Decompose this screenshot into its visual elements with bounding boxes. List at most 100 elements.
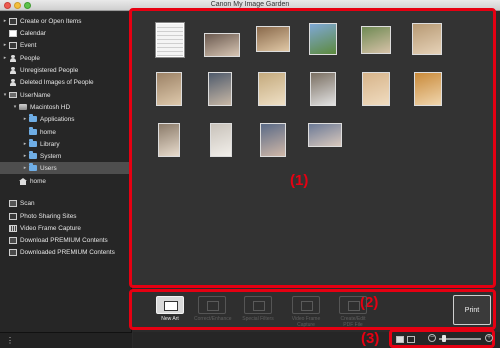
sidebar-item-library[interactable]: ▸ Library bbox=[0, 138, 132, 150]
photo-thumbnail[interactable] bbox=[208, 72, 232, 106]
scan-icon bbox=[9, 199, 17, 207]
new-art-icon bbox=[156, 296, 184, 314]
sidebar: ▸ Create or Open Items Calendar ▸ Event ▸ Peop… bbox=[0, 12, 132, 332]
film-icon bbox=[9, 224, 17, 232]
person-icon bbox=[9, 78, 17, 86]
document-thumbnail[interactable] bbox=[156, 23, 184, 57]
photo-thumbnail[interactable] bbox=[412, 23, 442, 55]
sidebar-item-label: Deleted Images of People bbox=[20, 78, 94, 86]
zoom-slider-knob[interactable] bbox=[442, 335, 446, 342]
sidebar-item-label: Users bbox=[40, 164, 57, 172]
sidebar-item-label: home bbox=[30, 177, 46, 185]
disclosure-triangle-icon[interactable]: ▾ bbox=[2, 92, 8, 98]
zoom-out-icon[interactable]: − bbox=[428, 334, 436, 342]
photo-thumbnail[interactable] bbox=[258, 72, 286, 106]
photo-thumbnail[interactable] bbox=[204, 33, 240, 57]
more-options-icon[interactable]: ⋮ bbox=[6, 336, 14, 345]
sidebar-item-event[interactable]: ▸ Event bbox=[0, 39, 132, 51]
sidebar-item-username[interactable]: ▾ UserName bbox=[0, 89, 132, 101]
sidebar-item-label: UserName bbox=[20, 91, 51, 99]
disk-icon bbox=[19, 104, 27, 110]
folder-icon bbox=[29, 151, 37, 159]
disclosure-triangle-icon[interactable]: ▸ bbox=[22, 141, 28, 147]
sidebar-item-home[interactable]: home bbox=[0, 126, 132, 138]
new-art-button[interactable]: New Art bbox=[152, 296, 188, 322]
correct-enhance-button[interactable]: Correct/Enhance bbox=[194, 296, 232, 322]
sidebar-item-download-premium-contents[interactable]: Download PREMIUM Contents bbox=[0, 234, 132, 246]
photo-thumbnail[interactable] bbox=[256, 26, 290, 52]
sidebar-item-label: home bbox=[40, 128, 56, 136]
sidebar-item-label: Calendar bbox=[20, 29, 46, 37]
action-label: New Art bbox=[161, 316, 179, 322]
photo-thumbnail[interactable] bbox=[158, 123, 180, 157]
download-icon bbox=[9, 248, 17, 256]
list-view-icon[interactable] bbox=[407, 336, 415, 343]
disclosure-triangle-icon[interactable]: ▸ bbox=[2, 42, 8, 48]
folder-icon bbox=[29, 127, 37, 135]
sidebar-item-photo-sharing-sites[interactable]: Photo Sharing Sites bbox=[0, 210, 132, 222]
calendar-icon bbox=[9, 29, 17, 37]
disclosure-triangle-icon[interactable]: ▸ bbox=[2, 55, 8, 61]
sidebar-item-calendar[interactable]: Calendar bbox=[0, 27, 132, 39]
sidebar-item-label: Video Frame Capture bbox=[20, 224, 81, 232]
sidebar-item-deleted-images-of-people[interactable]: Deleted Images of People bbox=[0, 76, 132, 88]
folder-icon bbox=[29, 163, 37, 171]
disclosure-triangle-icon[interactable]: ▸ bbox=[2, 18, 8, 24]
sidebar-item-people[interactable]: ▸ People bbox=[0, 52, 132, 64]
sidebar-item-label: Scan bbox=[20, 199, 35, 207]
disclosure-triangle-icon[interactable]: ▸ bbox=[22, 153, 28, 159]
sidebar-item-users[interactable]: ▸ Users bbox=[0, 162, 132, 174]
disclosure-triangle-icon[interactable]: ▸ bbox=[22, 165, 28, 171]
create-edit-pdf-file-button[interactable]: Create/Edit PDF File bbox=[335, 296, 371, 328]
sidebar-item-label: Download PREMIUM Contents bbox=[20, 236, 108, 244]
photo-thumbnail[interactable] bbox=[362, 72, 390, 106]
sidebar-item-label: Create or Open Items bbox=[20, 17, 82, 25]
sidebar-item-label: Photo Sharing Sites bbox=[20, 212, 77, 220]
action-label: Video Frame Capture bbox=[291, 316, 321, 328]
sidebar-item-label: Macintosh HD bbox=[30, 103, 71, 111]
special-filters-button[interactable]: Special Filters bbox=[240, 296, 276, 322]
photo-thumbnail[interactable] bbox=[310, 72, 336, 106]
sidebar-item-label: Library bbox=[40, 140, 60, 148]
sidebar-item-home[interactable]: home bbox=[0, 175, 132, 187]
sidebar-item-label: Downloaded PREMIUM Contents bbox=[20, 248, 115, 256]
print-button[interactable]: Print bbox=[453, 295, 491, 325]
create-icon bbox=[9, 17, 17, 25]
sidebar-item-label: Unregistered People bbox=[20, 66, 79, 74]
photo-thumbnail[interactable] bbox=[260, 123, 286, 157]
photo-thumbnail[interactable] bbox=[414, 72, 442, 106]
photo-thumbnail[interactable] bbox=[361, 26, 391, 54]
sidebar-item-macintosh-hd[interactable]: ▾ Macintosh HD bbox=[0, 101, 132, 113]
grid-view-icon[interactable] bbox=[396, 336, 404, 343]
action-label: Create/Edit PDF File bbox=[340, 316, 366, 328]
home-icon bbox=[19, 177, 27, 185]
sidebar-item-unregistered-people[interactable]: Unregistered People bbox=[0, 64, 132, 76]
folder-icon bbox=[29, 114, 37, 122]
zoom-in-icon[interactable]: + bbox=[485, 334, 493, 342]
computer-icon bbox=[9, 92, 17, 98]
sidebar-item-create-or-open-items[interactable]: ▸ Create or Open Items bbox=[0, 15, 132, 27]
photo-thumbnail[interactable] bbox=[210, 123, 232, 157]
sidebar-item-downloaded-premium-contents[interactable]: Downloaded PREMIUM Contents bbox=[0, 246, 132, 258]
disclosure-triangle-icon[interactable]: ▸ bbox=[22, 116, 28, 122]
sidebar-item-label: People bbox=[20, 54, 40, 62]
sidebar-item-video-frame-capture[interactable]: Video Frame Capture bbox=[0, 222, 132, 234]
callout-1: (1) bbox=[290, 172, 309, 189]
photo-sites-icon bbox=[9, 212, 17, 220]
people-icon bbox=[9, 54, 17, 62]
sidebar-item-label: System bbox=[40, 152, 62, 160]
filters-icon bbox=[244, 296, 272, 314]
sidebar-item-system[interactable]: ▸ System bbox=[0, 150, 132, 162]
video-frame-capture-button[interactable]: Video Frame Capture bbox=[288, 296, 324, 328]
photo-thumbnail[interactable] bbox=[308, 123, 342, 147]
photo-thumbnail[interactable] bbox=[156, 72, 182, 106]
sidebar-item-scan[interactable]: Scan bbox=[0, 197, 132, 209]
action-label: Correct/Enhance bbox=[194, 316, 232, 322]
action-label: Special Filters bbox=[242, 316, 274, 322]
photo-thumbnail[interactable] bbox=[309, 23, 337, 55]
sidebar-item-label: Event bbox=[20, 41, 37, 49]
callout-3: (3) bbox=[361, 330, 380, 347]
disclosure-triangle-icon[interactable]: ▾ bbox=[12, 104, 18, 110]
sidebar-item-applications[interactable]: ▸ Applications bbox=[0, 113, 132, 125]
sidebar-item-label: Applications bbox=[40, 115, 75, 123]
